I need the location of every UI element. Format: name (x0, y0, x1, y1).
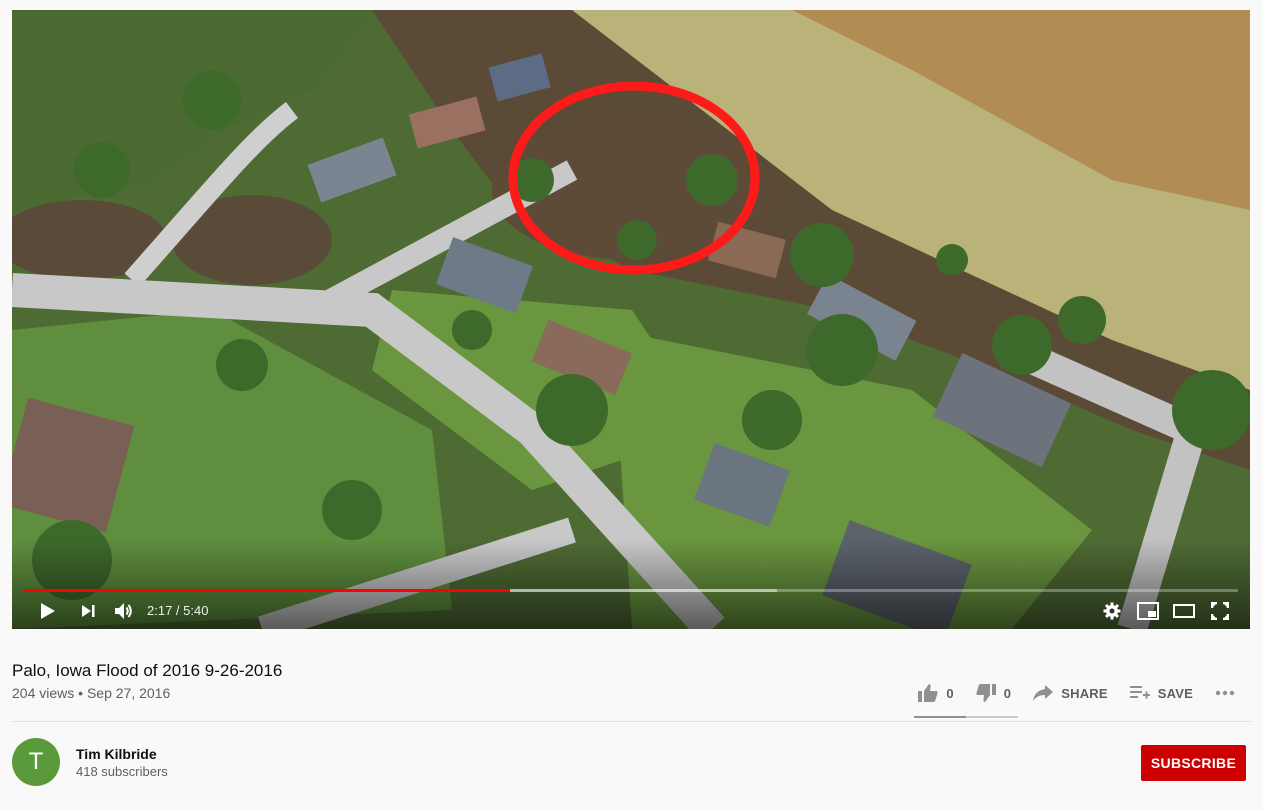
more-actions-button[interactable] (1215, 690, 1243, 696)
like-button[interactable]: 0 (918, 684, 954, 702)
time-display: 2:17 / 5:40 (147, 603, 209, 618)
volume-icon (115, 603, 132, 619)
theater-button[interactable] (1172, 598, 1196, 624)
share-label: SHARE (1061, 685, 1108, 701)
miniplayer-icon (1137, 602, 1159, 620)
like-count: 0 (946, 685, 954, 701)
view-count: 204 views (12, 685, 75, 701)
dislike-button[interactable]: 0 (976, 684, 1011, 702)
video-title: Palo, Iowa Flood of 2016 9-26-2016 (12, 661, 283, 681)
more-icon (1215, 690, 1235, 696)
aerial-flood-video-frame (12, 10, 1250, 629)
dislike-icon (976, 684, 996, 702)
publish-date: Sep 27, 2016 (86, 685, 171, 701)
sentiment-bar (914, 716, 1018, 718)
dislike-count: 0 (1003, 685, 1012, 701)
video-meta: 204 views • Sep 27, 2016 (12, 685, 170, 701)
subscribe-button[interactable]: SUBSCRIBE (1141, 745, 1246, 781)
play-button[interactable] (36, 598, 60, 624)
video-actions: 0 0 SHARE SAVE (896, 684, 1243, 702)
subscriber-count: 418 subscribers (76, 764, 168, 779)
channel-name[interactable]: Tim Kilbride (76, 746, 157, 762)
fullscreen-icon (1211, 602, 1229, 620)
sentiment-likes-bar (914, 716, 966, 718)
video-player[interactable]: 2:17 / 5:40 (12, 10, 1250, 629)
theater-icon (1173, 604, 1195, 618)
fullscreen-button[interactable] (1208, 598, 1232, 624)
volume-button[interactable] (112, 598, 136, 624)
progress-bar[interactable] (24, 589, 1238, 592)
divider (12, 721, 1251, 722)
save-icon (1129, 686, 1150, 699)
share-icon (1033, 685, 1054, 701)
played-bar (24, 589, 510, 592)
channel-avatar[interactable]: T (12, 738, 60, 786)
share-button[interactable]: SHARE (1033, 685, 1108, 701)
miniplayer-button[interactable] (1136, 598, 1160, 624)
save-label: SAVE (1157, 685, 1193, 701)
settings-button[interactable] (1100, 598, 1124, 624)
next-icon (82, 605, 95, 617)
save-button[interactable]: SAVE (1129, 685, 1193, 701)
play-icon (41, 603, 55, 619)
meta-separator: • (78, 685, 84, 701)
settings-icon (1103, 602, 1121, 620)
next-button[interactable] (76, 598, 100, 624)
like-icon (918, 684, 938, 702)
